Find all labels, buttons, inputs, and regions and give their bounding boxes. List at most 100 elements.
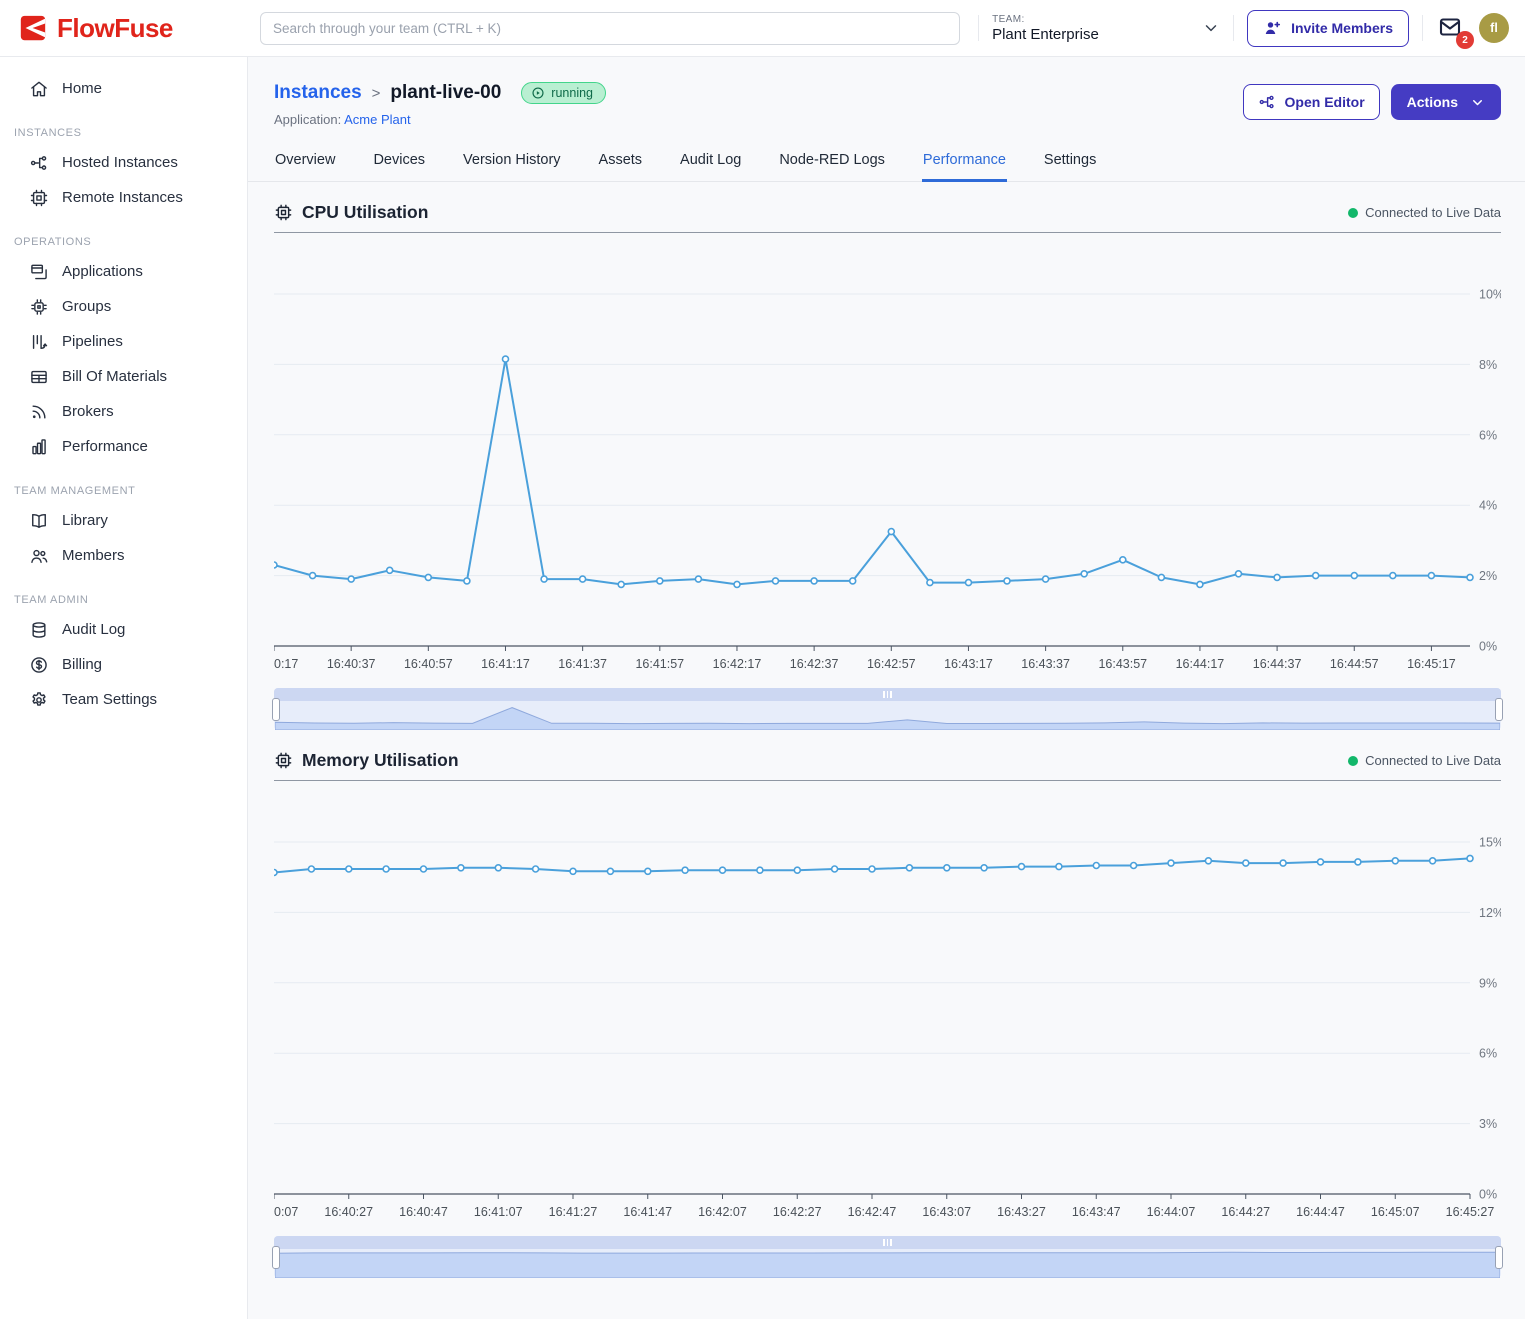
divider xyxy=(1422,15,1423,41)
svg-text:16:43:37: 16:43:37 xyxy=(1021,657,1070,671)
memory-chart-brush[interactable] xyxy=(274,1236,1501,1278)
sidebar-item-home[interactable]: Home xyxy=(0,71,247,106)
tab-performance[interactable]: Performance xyxy=(922,142,1007,182)
cpu-chart: 0%2%4%6%8%10%0:1716:40:3716:40:5716:41:1… xyxy=(274,234,1501,674)
tab-overview[interactable]: Overview xyxy=(274,142,336,182)
svg-text:16:41:37: 16:41:37 xyxy=(558,657,607,671)
grip-icon xyxy=(883,1239,892,1246)
brush-drag-strip[interactable] xyxy=(274,688,1501,701)
svg-text:6%: 6% xyxy=(1479,428,1497,442)
svg-text:16:40:57: 16:40:57 xyxy=(404,657,453,671)
tab-assets[interactable]: Assets xyxy=(598,142,644,182)
svg-text:16:43:07: 16:43:07 xyxy=(922,1205,971,1219)
svg-text:16:44:37: 16:44:37 xyxy=(1253,657,1302,671)
sidebar-item-pipelines[interactable]: Pipelines xyxy=(0,324,247,359)
sidebar: HomeINSTANCESHosted InstancesRemote Inst… xyxy=(0,57,248,1319)
svg-text:16:41:07: 16:41:07 xyxy=(474,1205,523,1219)
sidebar-item-label: Bill Of Materials xyxy=(62,368,167,385)
logo-text: FlowFuse xyxy=(57,13,173,44)
sidebar-item-label: Brokers xyxy=(62,403,114,420)
svg-text:0:17: 0:17 xyxy=(274,657,298,671)
sidebar-item-label: Home xyxy=(62,80,102,97)
sidebar-item-label: Remote Instances xyxy=(62,189,183,206)
sidebar-item-billing[interactable]: Billing xyxy=(0,647,247,682)
tab-version-history[interactable]: Version History xyxy=(462,142,562,182)
section-divider xyxy=(274,780,1501,781)
team-settings-icon xyxy=(29,690,49,710)
sidebar-item-bill-of-materials[interactable]: Bill Of Materials xyxy=(0,359,247,394)
svg-text:16:43:27: 16:43:27 xyxy=(997,1205,1046,1219)
sidebar-item-performance[interactable]: Performance xyxy=(0,429,247,464)
sidebar-item-hosted-instances[interactable]: Hosted Instances xyxy=(0,145,247,180)
svg-text:16:42:17: 16:42:17 xyxy=(713,657,762,671)
sidebar-item-groups[interactable]: Groups xyxy=(0,289,247,324)
divider xyxy=(1233,15,1234,41)
sidebar-item-team-settings[interactable]: Team Settings xyxy=(0,682,247,717)
sidebar-item-applications[interactable]: Applications xyxy=(0,254,247,289)
sidebar-item-label: Groups xyxy=(62,298,111,315)
notifications-button[interactable]: 2 xyxy=(1436,15,1466,41)
sidebar-item-members[interactable]: Members xyxy=(0,538,247,573)
team-label: TEAM: xyxy=(992,14,1099,25)
flowfuse-logo[interactable]: FlowFuse xyxy=(0,13,242,44)
breadcrumb-separator: > xyxy=(372,85,381,102)
svg-text:2%: 2% xyxy=(1479,569,1497,583)
application-link[interactable]: Acme Plant xyxy=(344,112,410,127)
brush-minimap xyxy=(275,701,1500,730)
brush-handle-left[interactable] xyxy=(272,698,280,721)
brush-handle-left[interactable] xyxy=(272,1246,280,1269)
status-badge: running xyxy=(521,82,606,104)
svg-text:16:41:57: 16:41:57 xyxy=(635,657,684,671)
sidebar-section-operations: OPERATIONS xyxy=(0,236,247,254)
sidebar-item-label: Library xyxy=(62,512,108,529)
breadcrumb-instances-link[interactable]: Instances xyxy=(274,82,362,104)
brush-drag-strip[interactable] xyxy=(274,1236,1501,1249)
tab-devices[interactable]: Devices xyxy=(372,142,426,182)
sidebar-item-library[interactable]: Library xyxy=(0,503,247,538)
invite-members-button[interactable]: Invite Members xyxy=(1247,10,1409,47)
svg-text:16:41:27: 16:41:27 xyxy=(549,1205,598,1219)
svg-text:16:42:27: 16:42:27 xyxy=(773,1205,822,1219)
sidebar-item-remote-instances[interactable]: Remote Instances xyxy=(0,180,247,215)
performance-icon xyxy=(29,437,49,457)
avatar[interactable]: fl xyxy=(1479,13,1509,43)
editor-icon xyxy=(1258,93,1276,111)
sidebar-item-brokers[interactable]: Brokers xyxy=(0,394,247,429)
grip-icon xyxy=(883,691,892,698)
open-editor-button[interactable]: Open Editor xyxy=(1243,84,1380,120)
actions-button[interactable]: Actions xyxy=(1391,84,1501,120)
svg-text:16:42:47: 16:42:47 xyxy=(848,1205,897,1219)
memory-chart: 0%3%6%9%12%15%0:0716:40:2716:40:4716:41:… xyxy=(274,782,1501,1222)
cpu-utilisation-section: CPU Utilisation Connected to Live Data 0… xyxy=(248,202,1525,730)
live-status: Connected to Live Data xyxy=(1348,753,1501,768)
user-plus-icon xyxy=(1263,19,1282,38)
page-header: Instances > plant-live-00 running Applic… xyxy=(248,57,1525,127)
tab-node-red-logs[interactable]: Node-RED Logs xyxy=(778,142,886,182)
sidebar-item-label: Applications xyxy=(62,263,143,280)
tab-settings[interactable]: Settings xyxy=(1043,142,1097,182)
svg-text:16:41:17: 16:41:17 xyxy=(481,657,530,671)
sidebar-item-audit-log[interactable]: Audit Log xyxy=(0,612,247,647)
svg-text:9%: 9% xyxy=(1479,976,1497,990)
search-input[interactable] xyxy=(260,12,960,45)
svg-text:0:07: 0:07 xyxy=(274,1205,298,1219)
brush-handle-right[interactable] xyxy=(1495,698,1503,721)
sidebar-item-label: Hosted Instances xyxy=(62,154,178,171)
team-name: Plant Enterprise xyxy=(992,26,1099,43)
cpu-chip-icon xyxy=(274,203,293,222)
brokers-icon xyxy=(29,402,49,422)
svg-text:16:41:47: 16:41:47 xyxy=(623,1205,672,1219)
sidebar-item-label: Performance xyxy=(62,438,148,455)
svg-text:4%: 4% xyxy=(1479,499,1497,513)
chevron-down-icon xyxy=(1470,95,1485,110)
top-bar: FlowFuse TEAM: Plant Enterprise Invite M… xyxy=(0,0,1525,57)
team-selector[interactable]: TEAM: Plant Enterprise xyxy=(992,14,1220,43)
brush-handle-right[interactable] xyxy=(1495,1246,1503,1269)
svg-text:15%: 15% xyxy=(1479,836,1501,850)
svg-text:16:45:17: 16:45:17 xyxy=(1407,657,1456,671)
cpu-chart-brush[interactable] xyxy=(274,688,1501,730)
svg-text:8%: 8% xyxy=(1479,358,1497,372)
tab-audit-log[interactable]: Audit Log xyxy=(679,142,742,182)
live-dot-icon xyxy=(1348,208,1358,218)
live-status: Connected to Live Data xyxy=(1348,205,1501,220)
